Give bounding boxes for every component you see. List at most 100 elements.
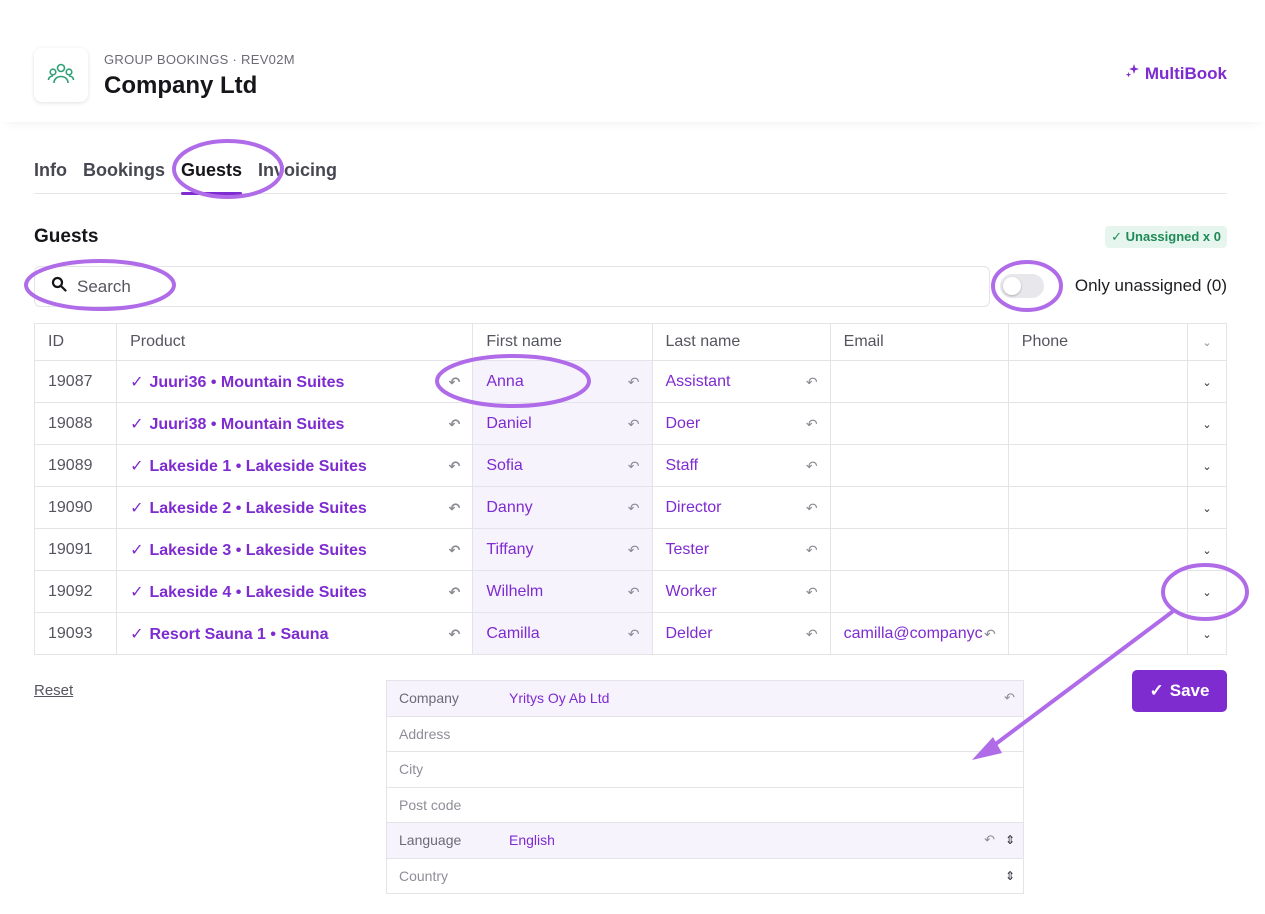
row-expand-button[interactable]: ⌄ — [1186, 486, 1228, 529]
email-cell[interactable] — [829, 444, 1009, 487]
email-cell[interactable] — [829, 360, 1009, 403]
undo-icon[interactable]: ↶ — [984, 626, 996, 643]
row-expand-button[interactable]: ⌄ — [1186, 444, 1228, 487]
phone-cell[interactable] — [1007, 570, 1188, 613]
row-expand-button[interactable]: ⌄ — [1186, 570, 1228, 613]
last-name-cell[interactable]: Director ↶ — [651, 486, 831, 529]
first-name-value: Danny — [486, 498, 533, 516]
phone-cell[interactable] — [1007, 360, 1188, 403]
column-header-last-name[interactable]: Last name — [651, 323, 831, 361]
only-unassigned-toggle[interactable] — [1000, 274, 1044, 298]
last-name-cell[interactable]: Tester ↶ — [651, 528, 831, 571]
reset-link[interactable]: Reset — [34, 682, 73, 699]
detail-row-city[interactable]: City — [386, 752, 1024, 788]
undo-icon[interactable]: ↶ — [628, 416, 640, 433]
first-name-value: Sofia — [486, 456, 523, 474]
save-button[interactable]: ✓ Save — [1132, 670, 1227, 712]
first-name-cell[interactable]: Sofia ↶ — [472, 444, 653, 487]
undo-icon[interactable]: ↶ — [628, 542, 640, 559]
phone-cell[interactable] — [1007, 528, 1188, 571]
chevron-down-icon: ⌄ — [1202, 502, 1212, 515]
columns-menu-button[interactable]: ⌄ — [1186, 323, 1228, 361]
last-name-value: Doer — [665, 414, 701, 432]
product-cell[interactable]: ✓ Lakeside 3 • Lakeside Suites ↶ — [116, 528, 474, 571]
first-name-cell[interactable]: Camilla ↶ — [472, 612, 653, 655]
last-name-value: Tester — [665, 540, 710, 558]
email-cell[interactable] — [829, 570, 1009, 613]
search-input[interactable] — [77, 276, 877, 297]
email-cell[interactable]: camilla@companyc ↶ — [829, 612, 1009, 655]
undo-icon[interactable]: ↶ — [1004, 690, 1015, 706]
undo-icon[interactable]: ↶ — [449, 374, 461, 391]
tab-bookings[interactable]: Bookings — [83, 158, 165, 193]
row-expand-button[interactable]: ⌄ — [1186, 402, 1228, 445]
email-cell[interactable] — [829, 402, 1009, 445]
undo-icon[interactable]: ↶ — [449, 458, 461, 475]
last-name-value: Worker — [665, 582, 717, 600]
last-name-cell[interactable]: Assistant ↶ — [651, 360, 831, 403]
product-cell[interactable]: ✓ Lakeside 2 • Lakeside Suites ↶ — [116, 486, 474, 529]
undo-icon[interactable]: ↶ — [806, 626, 818, 643]
product-cell[interactable]: ✓ Lakeside 1 • Lakeside Suites ↶ — [116, 444, 474, 487]
row-expand-button[interactable]: ⌄ — [1186, 360, 1228, 403]
undo-icon[interactable]: ↶ — [628, 458, 640, 475]
email-cell[interactable] — [829, 486, 1009, 529]
last-name-cell[interactable]: Doer ↶ — [651, 402, 831, 445]
undo-icon[interactable]: ↶ — [628, 626, 640, 643]
last-name-cell[interactable]: Staff ↶ — [651, 444, 831, 487]
column-header-product[interactable]: Product — [116, 323, 474, 361]
first-name-cell[interactable]: Daniel ↶ — [472, 402, 653, 445]
check-icon: ✓ — [130, 625, 144, 643]
first-name-value: Anna — [486, 372, 524, 390]
detail-row-language[interactable]: Language English ↶ ⇕ — [386, 823, 1024, 859]
select-arrows-icon[interactable]: ⇕ — [1005, 869, 1015, 883]
brand-logo[interactable]: MultiBook — [1125, 63, 1227, 84]
undo-icon[interactable]: ↶ — [628, 374, 640, 391]
undo-icon[interactable]: ↶ — [984, 832, 995, 848]
detail-row-post-code[interactable]: Post code — [386, 787, 1024, 823]
first-name-cell[interactable]: Anna ↶ — [472, 360, 653, 403]
product-name: Juuri36 • Mountain Suites — [149, 373, 345, 391]
undo-icon[interactable]: ↶ — [449, 500, 461, 517]
undo-icon[interactable]: ↶ — [806, 458, 818, 475]
undo-icon[interactable]: ↶ — [628, 584, 640, 601]
product-cell[interactable]: ✓ Juuri36 • Mountain Suites ↶ — [116, 360, 474, 403]
phone-cell[interactable] — [1007, 402, 1188, 445]
undo-icon[interactable]: ↶ — [449, 416, 461, 433]
undo-icon[interactable]: ↶ — [806, 500, 818, 517]
product-cell[interactable]: ✓ Juuri38 • Mountain Suites ↶ — [116, 402, 474, 445]
detail-row-country[interactable]: Country ⇕ — [386, 858, 1024, 894]
undo-icon[interactable]: ↶ — [806, 374, 818, 391]
column-header-first-name[interactable]: First name — [472, 323, 653, 361]
row-expand-button[interactable]: ⌄ — [1186, 528, 1228, 571]
first-name-cell[interactable]: Danny ↶ — [472, 486, 653, 529]
column-header-id[interactable]: ID — [33, 323, 118, 361]
undo-icon[interactable]: ↶ — [806, 416, 818, 433]
email-cell[interactable] — [829, 528, 1009, 571]
undo-icon[interactable]: ↶ — [449, 542, 461, 559]
tab-invoicing[interactable]: Invoicing — [258, 158, 337, 193]
phone-cell[interactable] — [1007, 444, 1188, 487]
phone-cell[interactable] — [1007, 486, 1188, 529]
undo-icon[interactable]: ↶ — [806, 584, 818, 601]
row-id: 19087 — [33, 360, 118, 403]
product-cell[interactable]: ✓ Resort Sauna 1 • Sauna ↶ — [116, 612, 474, 655]
detail-row-address[interactable]: Address — [386, 716, 1024, 752]
detail-row-company[interactable]: Company Yritys Oy Ab Ltd ↶ — [386, 681, 1024, 717]
last-name-cell[interactable]: Delder ↶ — [651, 612, 831, 655]
first-name-cell[interactable]: Wilhelm ↶ — [472, 570, 653, 613]
column-header-email[interactable]: Email — [829, 323, 1009, 361]
select-arrows-icon[interactable]: ⇕ — [1005, 833, 1015, 847]
tab-info[interactable]: Info — [34, 158, 67, 193]
last-name-cell[interactable]: Worker ↶ — [651, 570, 831, 613]
tab-guests[interactable]: Guests — [181, 158, 243, 195]
undo-icon[interactable]: ↶ — [449, 584, 461, 601]
product-cell[interactable]: ✓ Lakeside 4 • Lakeside Suites ↶ — [116, 570, 474, 613]
undo-icon[interactable]: ↶ — [449, 626, 461, 643]
phone-cell[interactable] — [1007, 612, 1188, 655]
undo-icon[interactable]: ↶ — [806, 542, 818, 559]
row-expand-button[interactable]: ⌄ — [1186, 612, 1228, 655]
column-header-phone[interactable]: Phone — [1007, 323, 1188, 361]
undo-icon[interactable]: ↶ — [628, 500, 640, 517]
first-name-cell[interactable]: Tiffany ↶ — [472, 528, 653, 571]
